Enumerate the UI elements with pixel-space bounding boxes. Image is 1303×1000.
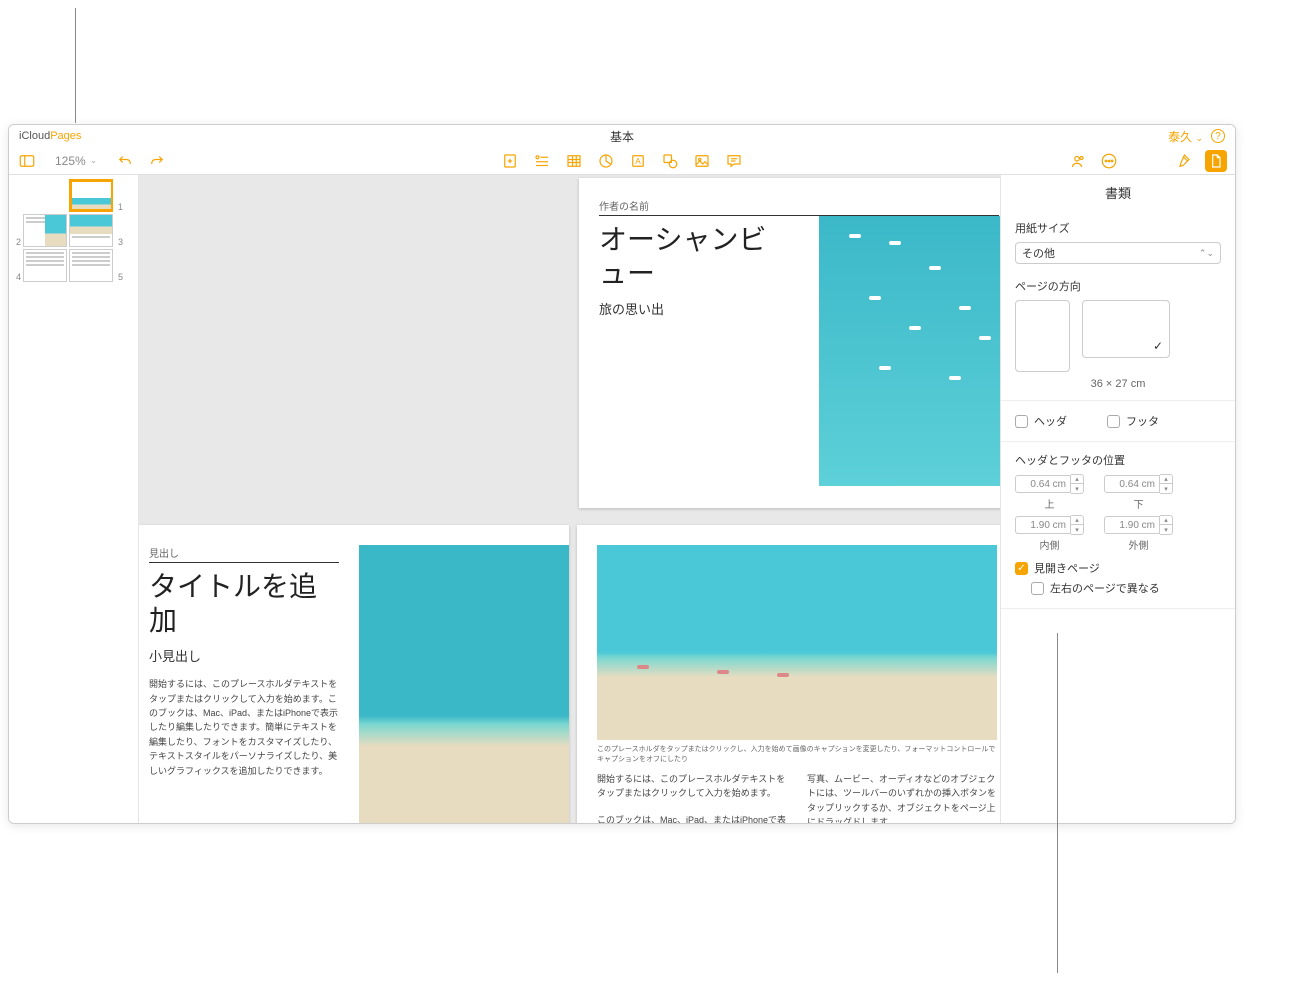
page-subtitle[interactable]: 旅の思い出 [599, 299, 769, 318]
text-icon[interactable]: A [628, 151, 648, 171]
redo-icon[interactable] [147, 151, 167, 171]
beach-image[interactable] [359, 545, 569, 823]
page-title[interactable]: オーシャンビュー [599, 224, 769, 291]
more-icon[interactable] [1099, 151, 1119, 171]
insert-icon[interactable] [532, 151, 552, 171]
thumbnail-page-1[interactable] [69, 179, 113, 212]
thumbnail-number: 3 [115, 237, 123, 247]
ocean-image[interactable] [819, 216, 1000, 486]
thumbnail-number: 1 [115, 202, 123, 212]
stepper-down-icon[interactable]: ▾ [1071, 525, 1083, 534]
body-text[interactable]: このブックは、Mac、iPad、またはiPhoneで表示したり編集 [597, 813, 787, 823]
orientation-portrait-button[interactable] [1015, 300, 1070, 372]
checkbox[interactable] [1107, 415, 1120, 428]
callout-line-bottom [1057, 633, 1058, 973]
chevron-updown-icon: ⌃⌄ [1199, 248, 1214, 259]
thumbnail-page-3[interactable] [69, 214, 113, 247]
help-icon[interactable]: ? [1211, 129, 1225, 143]
toolbar: 125%⌄ A [9, 147, 1235, 175]
comment-icon[interactable] [724, 151, 744, 171]
user-menu[interactable]: 泰久 ⌄ [1168, 128, 1203, 145]
sidebar-toggle-icon[interactable] [17, 151, 37, 171]
format-brush-icon[interactable] [1173, 151, 1193, 171]
hf-position-label: ヘッダとフッタの位置 [1015, 452, 1221, 468]
stepper-up-icon[interactable]: ▴ [1071, 475, 1083, 484]
facing-pages-checkbox-row[interactable]: 見開きページ [1015, 558, 1221, 578]
check-icon: ✓ [1153, 339, 1163, 353]
page-1[interactable]: 作者の名前 オーシャンビュー 旅の思い出 [579, 178, 1000, 508]
stepper-down-icon[interactable]: ▾ [1160, 484, 1172, 493]
author-label[interactable]: 作者の名前 [599, 198, 999, 216]
header-checkbox-row[interactable]: ヘッダ [1015, 411, 1067, 431]
footer-checkbox-row[interactable]: フッタ [1107, 411, 1159, 431]
page-subtitle[interactable]: 小見出し [149, 646, 339, 665]
paper-size-label: 用紙サイズ [1015, 220, 1221, 236]
checkbox[interactable] [1015, 562, 1028, 575]
beach-wide-image[interactable] [597, 545, 997, 740]
orientation-label: ページの方向 [1015, 278, 1221, 294]
titlebar: iCloudPages 基本 泰久 ⌄ ? [9, 125, 1235, 147]
callout-line-top [75, 8, 76, 123]
stepper-up-icon[interactable]: ▴ [1160, 475, 1172, 484]
document-settings-button[interactable] [1205, 150, 1227, 172]
body-text[interactable]: 開始するには、このプレースホルダテキストをタップまたはクリックして入力を始めます… [597, 772, 787, 801]
paper-size-select[interactable]: その他 ⌃⌄ [1015, 242, 1221, 264]
document-canvas[interactable]: 作者の名前 オーシャンビュー 旅の思い出 [139, 175, 1000, 823]
media-icon[interactable] [692, 151, 712, 171]
table-icon[interactable] [564, 151, 584, 171]
document-title: 基本 [610, 128, 634, 145]
svg-text:A: A [635, 157, 641, 166]
brand: iCloudPages [19, 130, 81, 142]
shape-icon[interactable] [660, 151, 680, 171]
page-3[interactable]: このプレースホルダをタップまたはクリックし、入力を始めて画像のキャプションを変更… [577, 525, 1000, 823]
margin-outer-stepper[interactable]: ▴▾ [1104, 515, 1173, 535]
page-thumbnails-panel: 1 2 3 4 5 [9, 175, 139, 823]
collaborate-icon[interactable] [1067, 151, 1087, 171]
stepper-down-icon[interactable]: ▾ [1160, 525, 1172, 534]
checkbox[interactable] [1031, 582, 1044, 595]
thumbnail-number: 2 [13, 237, 21, 247]
app-window: iCloudPages 基本 泰久 ⌄ ? 125%⌄ A [8, 124, 1236, 824]
brand-pages: Pages [50, 130, 81, 142]
page-2[interactable]: 見出し タイトルを追加 小見出し 開始するには、このプレースホルダテキストをタッ… [139, 525, 569, 823]
margin-inner-stepper[interactable]: ▴▾ [1015, 515, 1084, 535]
body-text[interactable]: 写真、ムービー、オーディオなどのオブジェクトには、ツールバーのいずれかの挿入ボタ… [807, 772, 997, 823]
body-text[interactable]: 開始するには、このプレースホルダテキストをタップまたはクリックして入力を始めます… [149, 677, 339, 778]
stepper-up-icon[interactable]: ▴ [1160, 516, 1172, 525]
margin-top-stepper[interactable]: ▴▾ [1015, 474, 1084, 494]
thumbnail-number: 5 [115, 272, 123, 282]
page-dimensions: 36 × 27 cm [1015, 378, 1221, 390]
inspector-title: 書類 [1001, 175, 1235, 210]
zoom-dropdown[interactable]: 125%⌄ [49, 152, 103, 170]
stepper-down-icon[interactable]: ▾ [1071, 484, 1083, 493]
brand-icloud: iCloud [19, 130, 50, 142]
heading-label[interactable]: 見出し [149, 545, 339, 563]
thumbnail-page-4[interactable] [23, 249, 67, 282]
orientation-landscape-button[interactable]: ✓ [1082, 300, 1170, 358]
thumbnail-page-2[interactable] [23, 214, 67, 247]
chart-icon[interactable] [596, 151, 616, 171]
inspector-panel: 書類 用紙サイズ その他 ⌃⌄ ページの方向 ✓ 36 × 27 cm [1000, 175, 1235, 823]
thumbnail-number: 4 [13, 272, 21, 282]
page-title[interactable]: タイトルを追加 [149, 571, 339, 638]
stepper-up-icon[interactable]: ▴ [1071, 516, 1083, 525]
image-caption[interactable]: このプレースホルダをタップまたはクリックし、入力を始めて画像のキャプションを変更… [597, 744, 997, 764]
different-lr-checkbox-row[interactable]: 左右のページで異なる [1015, 578, 1221, 598]
thumbnail-page-5[interactable] [69, 249, 113, 282]
undo-icon[interactable] [115, 151, 135, 171]
add-page-icon[interactable] [500, 151, 520, 171]
margin-bottom-stepper[interactable]: ▴▾ [1104, 474, 1173, 494]
checkbox[interactable] [1015, 415, 1028, 428]
